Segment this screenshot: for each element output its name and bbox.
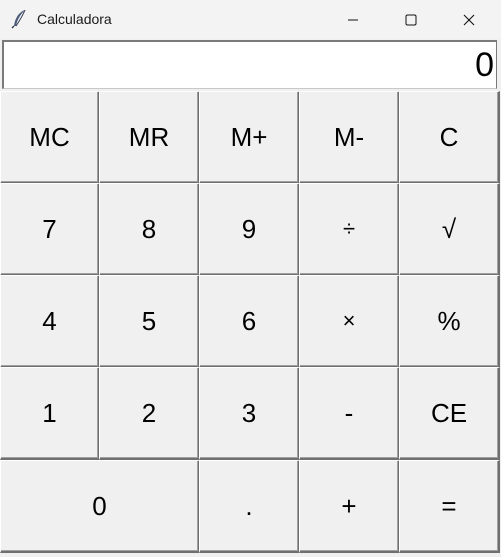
window-title: Calculadora — [37, 11, 112, 27]
clear-button[interactable]: C — [399, 91, 500, 184]
square-root-button[interactable]: √ — [399, 183, 500, 276]
memory-subtract-button[interactable]: M- — [299, 91, 400, 184]
equals-button[interactable]: = — [399, 460, 500, 553]
digit-4-button[interactable]: 4 — [0, 275, 100, 368]
decimal-point-button[interactable]: . — [199, 460, 300, 553]
result-display: 0 — [2, 40, 497, 89]
keypad: MC MR M+ M- C 7 8 9 ÷ √ 4 5 6 × % 1 2 3 … — [0, 91, 501, 555]
memory-recall-button[interactable]: MR — [99, 91, 200, 184]
digit-1-button[interactable]: 1 — [0, 367, 100, 460]
minimize-button[interactable] — [330, 0, 376, 39]
close-icon — [463, 14, 475, 25]
digit-8-button[interactable]: 8 — [99, 183, 200, 276]
divide-button[interactable]: ÷ — [299, 183, 400, 276]
maximize-icon — [405, 14, 417, 25]
digit-2-button[interactable]: 2 — [99, 367, 200, 460]
feather-icon — [11, 9, 29, 29]
maximize-button[interactable] — [388, 0, 434, 39]
memory-clear-button[interactable]: MC — [0, 91, 100, 184]
digit-0-button[interactable]: 0 — [0, 460, 200, 553]
close-button[interactable] — [446, 0, 492, 39]
title-bar: Calculadora — [0, 0, 501, 39]
multiply-button[interactable]: × — [299, 275, 400, 368]
digit-6-button[interactable]: 6 — [199, 275, 300, 368]
calculator-window: Calculadora 0 MC MR M+ M- C 7 8 9 ÷ √ 4 … — [0, 0, 501, 557]
subtract-button[interactable]: - — [299, 367, 400, 460]
memory-add-button[interactable]: M+ — [199, 91, 300, 184]
digit-7-button[interactable]: 7 — [0, 183, 100, 276]
minimize-icon — [348, 19, 358, 20]
add-button[interactable]: + — [299, 460, 400, 553]
digit-9-button[interactable]: 9 — [199, 183, 300, 276]
percent-button[interactable]: % — [399, 275, 500, 368]
digit-5-button[interactable]: 5 — [99, 275, 200, 368]
clear-entry-button[interactable]: CE — [399, 367, 500, 460]
digit-3-button[interactable]: 3 — [199, 367, 300, 460]
